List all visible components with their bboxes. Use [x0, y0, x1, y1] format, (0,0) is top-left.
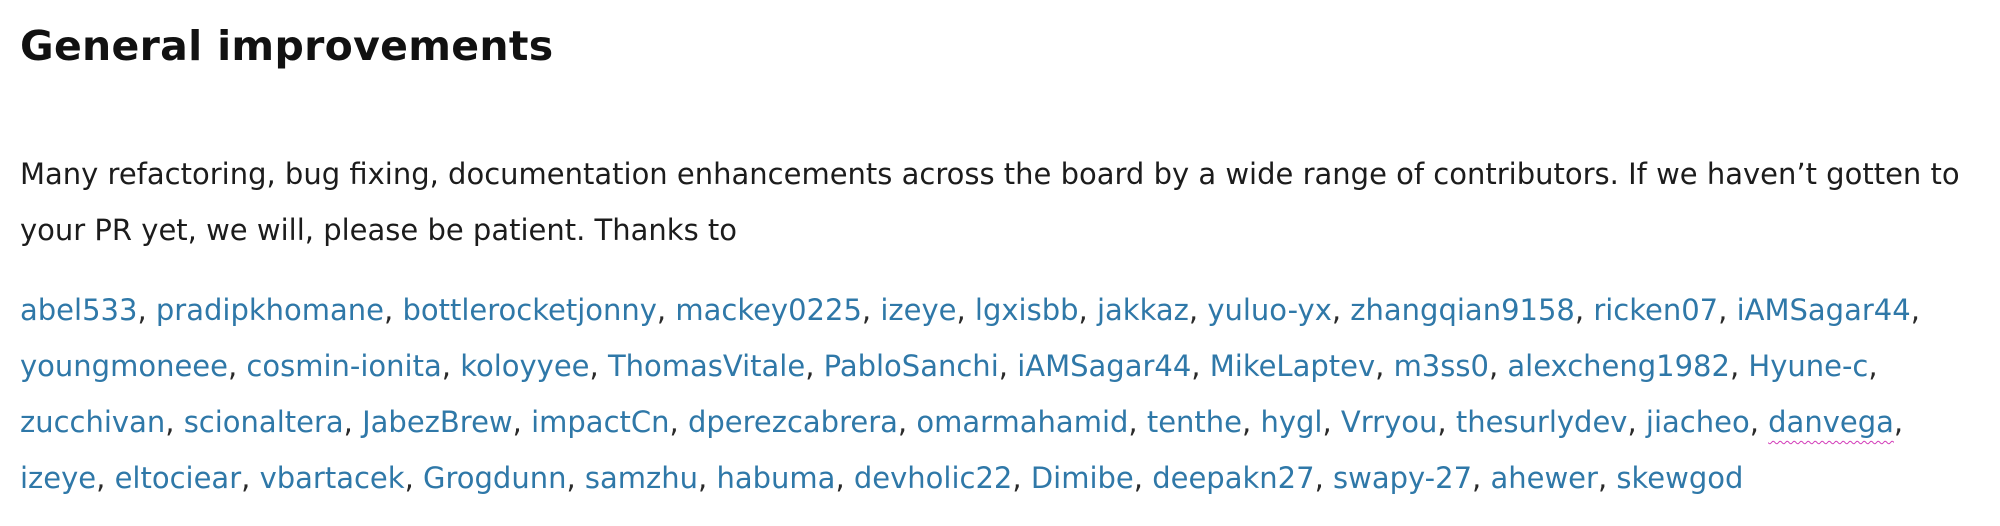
- contributor-link[interactable]: izeye: [880, 293, 956, 327]
- list-separator: ,: [441, 349, 461, 383]
- contributor-link[interactable]: swapy-27: [1333, 461, 1472, 495]
- contributor-link[interactable]: thesurlydev: [1456, 405, 1628, 439]
- list-separator: ,: [1893, 405, 1904, 439]
- list-separator: ,: [1012, 461, 1031, 495]
- list-separator: ,: [1322, 405, 1341, 439]
- contributor-link[interactable]: hygl: [1260, 405, 1322, 439]
- contributor-link[interactable]: m3ss0: [1394, 349, 1489, 383]
- list-separator: ,: [1488, 349, 1508, 383]
- list-separator: ,: [998, 349, 1018, 383]
- list-separator: ,: [1375, 349, 1394, 383]
- contributor-link[interactable]: ahewer: [1490, 461, 1597, 495]
- contributor-link[interactable]: danvega: [1768, 405, 1894, 439]
- contributor-link[interactable]: habuma: [716, 461, 835, 495]
- contributor-link[interactable]: Dimibe: [1031, 461, 1134, 495]
- list-separator: ,: [1133, 461, 1153, 495]
- contributor-link[interactable]: Grogdunn: [423, 461, 566, 495]
- contributor-link[interactable]: pradipkhomane: [156, 293, 384, 327]
- list-separator: ,: [805, 349, 824, 383]
- section-heading: General improvements: [20, 22, 554, 70]
- list-separator: ,: [1627, 405, 1646, 439]
- list-separator: ,: [1472, 461, 1491, 495]
- contributor-link[interactable]: deepakn27: [1152, 461, 1314, 495]
- list-separator: ,: [956, 293, 975, 327]
- contributor-link[interactable]: iAMSagar44: [1017, 349, 1191, 383]
- list-separator: ,: [1749, 405, 1769, 439]
- contributor-link[interactable]: izeye: [20, 461, 96, 495]
- contributor-link[interactable]: jakkaz: [1097, 293, 1189, 327]
- intro-paragraph: Many refactoring, bug fixing, documentat…: [20, 157, 1960, 247]
- list-separator: ,: [861, 293, 881, 327]
- list-separator: ,: [1128, 405, 1147, 439]
- list-separator: ,: [1868, 349, 1878, 383]
- list-separator: ,: [566, 461, 585, 495]
- list-separator: ,: [404, 461, 423, 495]
- list-separator: ,: [656, 293, 676, 327]
- list-separator: ,: [1314, 461, 1333, 495]
- contributor-link[interactable]: Vrryou: [1341, 405, 1437, 439]
- list-separator: ,: [897, 405, 917, 439]
- contributor-link[interactable]: koloyyee: [460, 349, 589, 383]
- contributor-link[interactable]: youngmoneee: [20, 349, 228, 383]
- contributor-link[interactable]: alexcheng1982: [1507, 349, 1730, 383]
- list-separator: ,: [343, 405, 363, 439]
- list-separator: ,: [1331, 293, 1351, 327]
- list-separator: ,: [384, 293, 403, 327]
- contributor-link[interactable]: lgxisbb: [975, 293, 1079, 327]
- contributor-link[interactable]: vbartacek: [260, 461, 405, 495]
- contributor-link[interactable]: impactCn: [531, 405, 669, 439]
- contributor-link[interactable]: abel533: [20, 293, 137, 327]
- list-separator: ,: [137, 293, 156, 327]
- contributor-link[interactable]: zhangqian9158: [1350, 293, 1575, 327]
- contributor-link[interactable]: Hyune-c: [1748, 349, 1868, 383]
- list-separator: ,: [698, 461, 717, 495]
- list-separator: ,: [1729, 349, 1749, 383]
- contributor-link[interactable]: eltociear: [115, 461, 242, 495]
- contributor-link[interactable]: ThomasVitale: [608, 349, 805, 383]
- list-separator: ,: [1078, 293, 1097, 327]
- list-separator: ,: [1910, 293, 1920, 327]
- contributor-link[interactable]: omarmahamid: [916, 405, 1128, 439]
- list-separator: ,: [1188, 293, 1208, 327]
- contributor-link[interactable]: zucchivan: [20, 405, 165, 439]
- list-separator: ,: [669, 405, 688, 439]
- contributor-link[interactable]: skewgod: [1616, 461, 1743, 495]
- contributor-link[interactable]: yuluo-yx: [1207, 293, 1332, 327]
- contributor-link[interactable]: devholic22: [854, 461, 1013, 495]
- contributor-link[interactable]: ricken07: [1593, 293, 1718, 327]
- list-separator: ,: [1437, 405, 1456, 439]
- list-separator: ,: [589, 349, 608, 383]
- contributor-link[interactable]: tenthe: [1147, 405, 1242, 439]
- contributor-link[interactable]: bottlerocketjonny: [402, 293, 656, 327]
- contributor-link[interactable]: jiacheo: [1646, 405, 1750, 439]
- contributor-link[interactable]: MikeLaptev: [1210, 349, 1375, 383]
- list-separator: ,: [1597, 461, 1617, 495]
- contributor-link[interactable]: scionaltera: [184, 405, 344, 439]
- contributor-link[interactable]: dperezcabrera: [688, 405, 898, 439]
- contributor-link[interactable]: cosmin-ionita: [246, 349, 441, 383]
- contributor-link[interactable]: mackey0225: [675, 293, 862, 327]
- list-separator: ,: [96, 461, 115, 495]
- list-separator: ,: [1242, 405, 1261, 439]
- contributor-link[interactable]: JabezBrew: [362, 405, 513, 439]
- list-separator: ,: [241, 461, 260, 495]
- list-separator: ,: [1191, 349, 1210, 383]
- contributor-link[interactable]: iAMSagar44: [1737, 293, 1911, 327]
- contributor-link[interactable]: samzhu: [585, 461, 698, 495]
- contributor-list: abel533, pradipkhomane, bottlerocketjonn…: [20, 282, 1995, 506]
- list-separator: ,: [165, 405, 184, 439]
- list-separator: ,: [227, 349, 247, 383]
- list-separator: ,: [1718, 293, 1737, 327]
- list-separator: ,: [835, 461, 854, 495]
- list-separator: ,: [512, 405, 532, 439]
- list-separator: ,: [1574, 293, 1594, 327]
- contributor-link[interactable]: PabloSanchi: [824, 349, 999, 383]
